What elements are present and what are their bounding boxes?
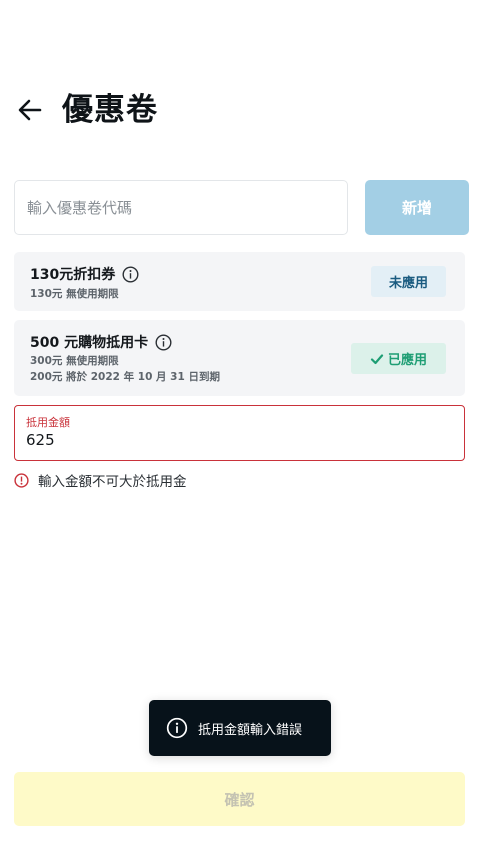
- coupon-detail: 200元 將於 2022 年 10 月 31 日到期: [30, 371, 220, 383]
- toast: 抵用金額輸入錯誤: [149, 700, 331, 756]
- add-coupon-button[interactable]: 新增: [365, 180, 469, 235]
- coupon-detail: 130元 無使用期限: [30, 288, 119, 300]
- check-icon: [370, 353, 384, 364]
- confirm-button[interactable]: 確認: [14, 772, 465, 826]
- coupon-title: 130元折扣券: [30, 267, 116, 283]
- arrow-left-icon: [18, 99, 42, 121]
- error-text: 輸入金額不可大於抵用金: [38, 474, 187, 490]
- amount-field[interactable]: 抵用金額: [14, 405, 465, 461]
- coupon-detail: 300元 無使用期限: [30, 355, 119, 367]
- status-label: 已應用: [387, 353, 427, 368]
- info-icon[interactable]: [121, 265, 139, 283]
- status-label: 未應用: [388, 276, 428, 291]
- error-message: 輸入金額不可大於抵用金: [14, 470, 187, 490]
- coupon-status-button[interactable]: 已應用: [351, 343, 446, 374]
- coupon-code-input[interactable]: [14, 180, 348, 235]
- page-title: 優惠卷: [62, 92, 158, 128]
- back-button[interactable]: [14, 94, 46, 126]
- coupon-title: 500 元購物抵用卡: [30, 335, 149, 351]
- coupon-status-button[interactable]: 未應用: [371, 266, 446, 297]
- amount-label: 抵用金額: [26, 416, 70, 429]
- amount-input[interactable]: [26, 431, 446, 449]
- info-icon: [166, 717, 188, 739]
- toast-text: 抵用金額輸入錯誤: [198, 722, 303, 738]
- coupon-card: 500 元購物抵用卡 300元 無使用期限 200元 將於 2022 年 10 …: [14, 320, 465, 396]
- error-icon: [14, 472, 29, 488]
- coupon-card: 130元折扣券 130元 無使用期限 未應用: [14, 252, 465, 311]
- header: 優惠卷: [0, 86, 478, 134]
- info-icon[interactable]: [154, 333, 172, 351]
